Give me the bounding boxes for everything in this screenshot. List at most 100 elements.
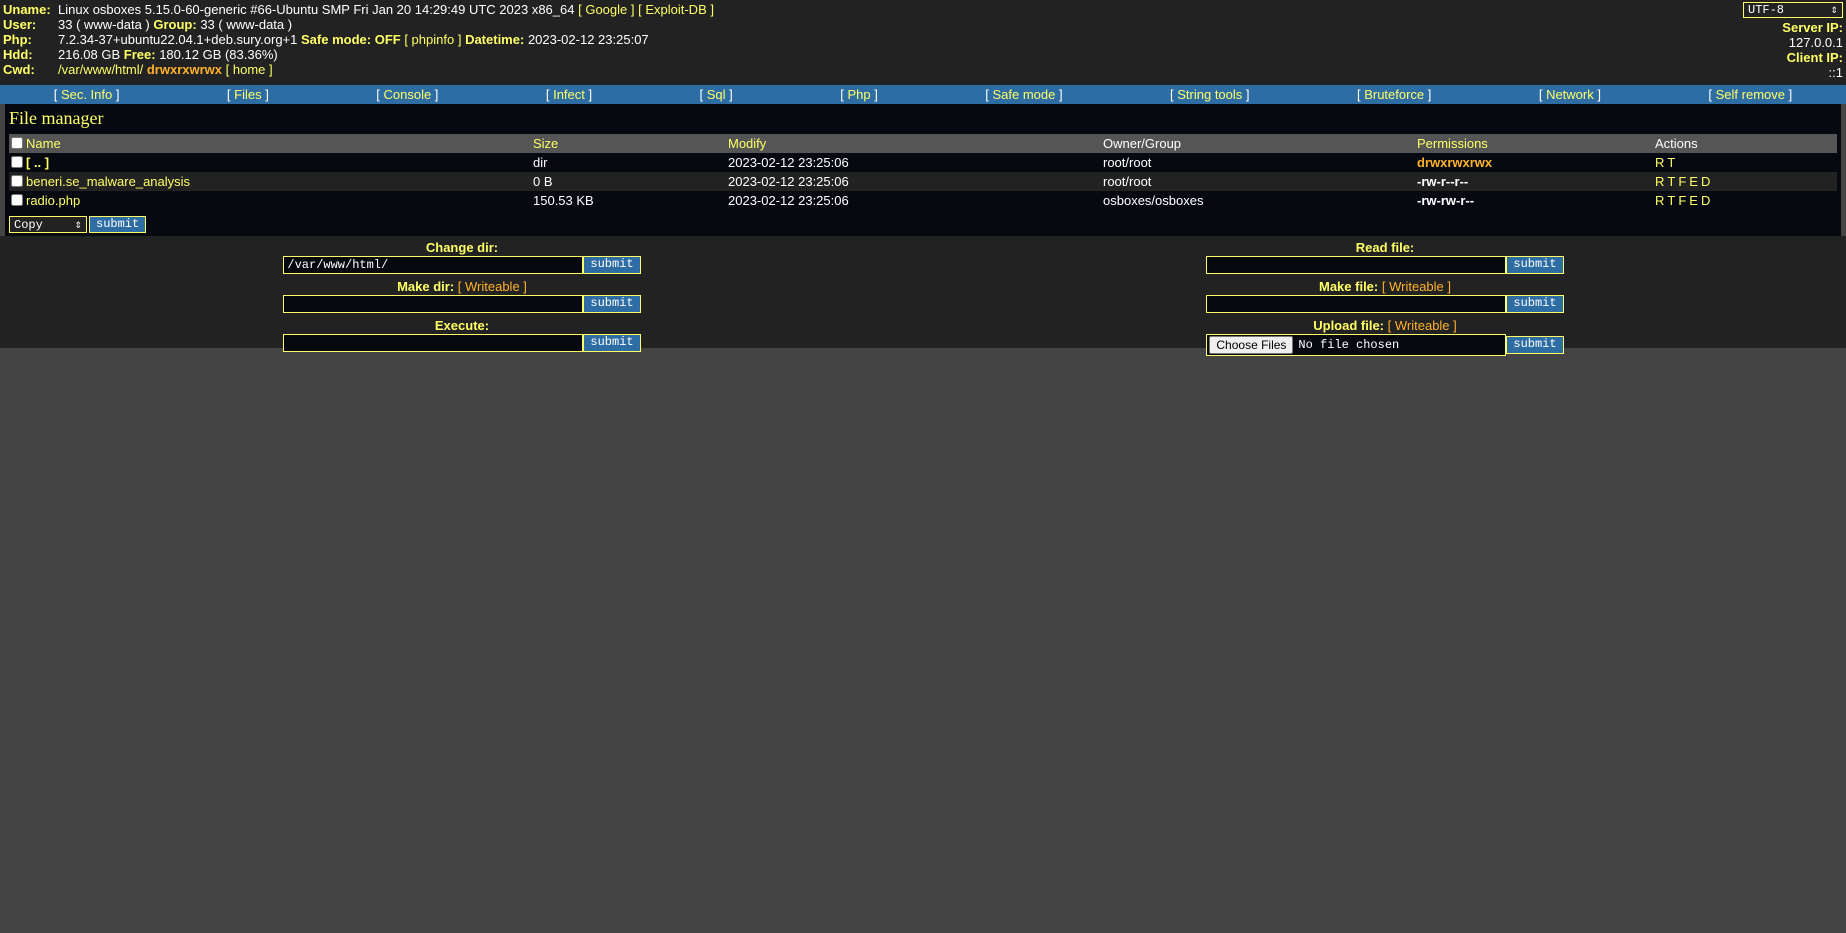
menu-item-php[interactable]: [ Php ] xyxy=(840,87,878,102)
file-manager: File manager Name Size Modify Owner/Grou… xyxy=(5,104,1841,236)
menu-link-network[interactable]: Network xyxy=(1546,87,1594,102)
table-row: beneri.se_malware_analysis 0 B 2023-02-1… xyxy=(9,172,1837,191)
menu-link-sql[interactable]: Sql xyxy=(707,87,726,102)
upload-file-input[interactable]: Choose Files No file chosen xyxy=(1206,334,1507,356)
sort-permissions-link[interactable]: Permissions xyxy=(1417,136,1488,151)
charset-value: UTF-8 xyxy=(1748,2,1785,17)
server-ip-label: Server IP: xyxy=(1782,20,1843,35)
menu-item-files[interactable]: [ Files ] xyxy=(227,87,269,102)
client-ip-label: Client IP: xyxy=(1786,50,1843,65)
bulk-submit-button[interactable]: submit xyxy=(89,216,147,233)
menu-item-bruteforce[interactable]: [ Bruteforce ] xyxy=(1357,87,1431,102)
select-arrows-icon: ⇕ xyxy=(1830,2,1838,17)
menu-item-network[interactable]: [ Network ] xyxy=(1539,87,1601,102)
menu-link-string-tools[interactable]: String tools xyxy=(1177,87,1242,102)
file-perms-link[interactable]: -rw-r--r-- xyxy=(1417,174,1468,189)
file-modify: 2023-02-12 23:25:06 xyxy=(728,155,849,170)
file-manager-title: File manager xyxy=(9,108,104,128)
file-name-link[interactable]: radio.php xyxy=(26,193,80,208)
server-info: Uname: Linux osboxes 5.15.0-60-generic #… xyxy=(3,2,714,77)
row-checkbox[interactable] xyxy=(11,194,23,206)
menu-link-sec-info[interactable]: Sec. Info xyxy=(61,87,112,102)
row-checkbox[interactable] xyxy=(11,175,23,187)
file-owner: root/root xyxy=(1103,172,1417,191)
cwd-label: Cwd: xyxy=(3,62,35,77)
group-label: Group: xyxy=(153,17,197,32)
action-download[interactable]: D xyxy=(1701,174,1710,189)
make-file-form: Make file: [ Writeable ] submit xyxy=(1205,280,1565,313)
make-file-label: Make file: xyxy=(1319,279,1379,294)
make-dir-input[interactable] xyxy=(283,295,584,313)
action-frame[interactable]: F xyxy=(1678,193,1686,208)
client-ip: ::1 xyxy=(1828,65,1843,80)
file-size: 0 B xyxy=(533,172,728,191)
menu-item-string-tools[interactable]: [ String tools ] xyxy=(1170,87,1250,102)
execute-label: Execute: xyxy=(434,318,490,333)
sort-name-link[interactable]: Name xyxy=(26,136,61,151)
make-dir-form: Make dir: [ Writeable ] submit xyxy=(282,280,642,313)
menu-item-console[interactable]: [ Console ] xyxy=(376,87,438,102)
menu-item-sql[interactable]: [ Sql ] xyxy=(700,87,733,102)
ip-info: UTF-8 ⇕ Server IP: 127.0.0.1 Client IP: … xyxy=(1743,2,1843,80)
table-header: Name Size Modify Owner/Group Permissions… xyxy=(9,134,1837,153)
datetime-label: Datetime: xyxy=(465,32,525,47)
menu-link-files[interactable]: Files xyxy=(234,87,261,102)
uname-label: Uname: xyxy=(3,2,51,17)
execute-submit[interactable]: submit xyxy=(583,334,641,352)
hdd-value: 216.08 GB xyxy=(58,47,121,62)
menu-link-self-remove[interactable]: Self remove xyxy=(1716,87,1785,102)
user-value: 33 ( www-data ) xyxy=(58,17,150,32)
file-perms-link[interactable]: -rw-rw-r-- xyxy=(1417,193,1474,208)
action-download[interactable]: D xyxy=(1701,193,1710,208)
google-link[interactable]: [ Google ] xyxy=(578,2,634,17)
row-checkbox[interactable] xyxy=(11,156,23,168)
sort-modify-link[interactable]: Modify xyxy=(728,136,766,151)
change-dir-input[interactable]: /var/www/html/ xyxy=(283,256,584,274)
choose-files-button[interactable]: Choose Files xyxy=(1209,336,1294,354)
menu-item-sec-info[interactable]: [ Sec. Info ] xyxy=(54,87,120,102)
menu-link-bruteforce[interactable]: Bruteforce xyxy=(1364,87,1424,102)
change-dir-submit[interactable]: submit xyxy=(583,256,641,274)
action-touch[interactable]: T xyxy=(1667,174,1675,189)
cwd-path-link[interactable]: /var/www/html/ xyxy=(58,62,143,77)
action-edit[interactable]: E xyxy=(1689,174,1698,189)
make-file-input[interactable] xyxy=(1206,295,1507,313)
upload-file-form: Upload file: [ Writeable ] Choose Files … xyxy=(1205,319,1565,356)
menu-link-console[interactable]: Console xyxy=(383,87,431,102)
bulk-action-select[interactable]: Copy ⇕ xyxy=(9,216,87,233)
menu-link-infect[interactable]: Infect xyxy=(553,87,585,102)
menu-item-self-remove[interactable]: [ Self remove ] xyxy=(1708,87,1792,102)
home-link[interactable]: [ home ] xyxy=(226,62,273,77)
uname-value: Linux osboxes 5.15.0-60-generic #66-Ubun… xyxy=(58,2,575,17)
file-modify: 2023-02-12 23:25:06 xyxy=(728,193,849,208)
file-name-link[interactable]: beneri.se_malware_analysis xyxy=(26,174,190,189)
select-all-checkbox[interactable] xyxy=(11,137,23,149)
execute-input[interactable] xyxy=(283,334,584,352)
action-touch[interactable]: T xyxy=(1667,155,1675,170)
sort-size-link[interactable]: Size xyxy=(533,136,558,151)
read-file-input[interactable] xyxy=(1206,256,1507,274)
action-frame[interactable]: F xyxy=(1678,174,1686,189)
menu-item-infect[interactable]: [ Infect ] xyxy=(546,87,592,102)
menu-link-safe-mode[interactable]: Safe mode xyxy=(992,87,1055,102)
action-rename[interactable]: R xyxy=(1655,193,1664,208)
file-perms-link[interactable]: drwxrwxrwx xyxy=(1417,155,1492,170)
menu-link-php[interactable]: Php xyxy=(847,87,870,102)
php-label: Php: xyxy=(3,32,32,47)
change-dir-form: Change dir: /var/www/html/ submit xyxy=(282,241,642,274)
make-dir-submit[interactable]: submit xyxy=(583,295,641,313)
select-arrows-icon: ⇕ xyxy=(74,218,82,232)
make-file-submit[interactable]: submit xyxy=(1506,295,1564,313)
upload-file-submit[interactable]: submit xyxy=(1506,336,1564,354)
exploitdb-link[interactable]: [ Exploit-DB ] xyxy=(638,2,714,17)
read-file-submit[interactable]: submit xyxy=(1506,256,1564,274)
charset-select[interactable]: UTF-8 ⇕ xyxy=(1743,2,1843,18)
action-touch[interactable]: T xyxy=(1667,193,1675,208)
datetime-value: 2023-02-12 23:25:07 xyxy=(527,32,649,47)
menu-item-safe-mode[interactable]: [ Safe mode ] xyxy=(985,87,1062,102)
phpinfo-link[interactable]: [ phpinfo ] xyxy=(404,32,461,47)
action-edit[interactable]: E xyxy=(1689,193,1698,208)
action-rename[interactable]: R xyxy=(1655,155,1664,170)
file-name-link[interactable]: [ .. ] xyxy=(26,155,49,170)
action-rename[interactable]: R xyxy=(1655,174,1664,189)
